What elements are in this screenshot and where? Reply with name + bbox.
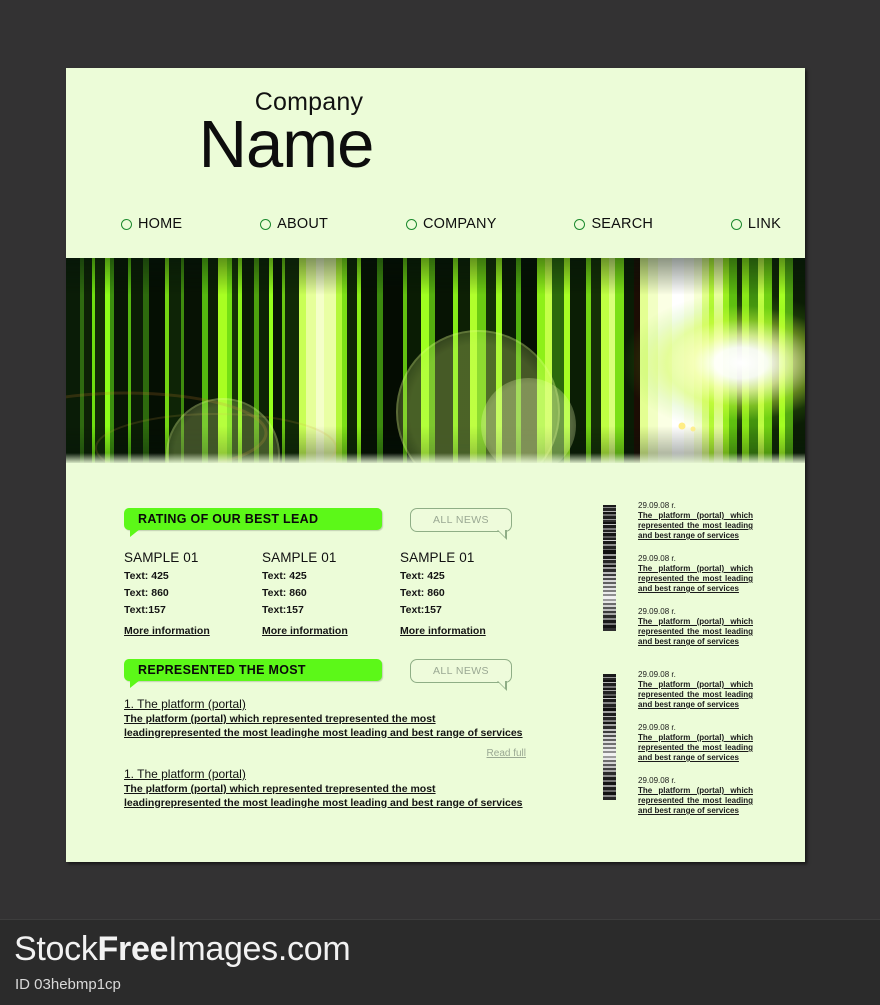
section-title-bubble: RATING OF OUR BEST LEAD — [124, 508, 382, 537]
news-date: 29.09.08 r. — [638, 554, 676, 563]
section-title-text: RATING OF OUR BEST LEAD — [138, 512, 319, 526]
sample-title: SAMPLE 01 — [262, 550, 337, 565]
news-date: 29.09.08 r. — [638, 723, 676, 732]
nav-item-home[interactable]: HOME — [121, 216, 182, 232]
circle-outline-icon — [574, 218, 586, 230]
sample-line: Text:157 — [400, 604, 442, 616]
sample-line: Text: 860 — [124, 587, 169, 599]
sample-card: SAMPLE 01 Text: 425 Text: 860 Text:157 M… — [124, 550, 262, 639]
nav-item-link[interactable]: LINK — [730, 216, 781, 232]
article-item: 1. The platform (portal) The platform (p… — [124, 697, 589, 761]
site-logo[interactable]: Company Name — [146, 90, 426, 182]
sample-line: Text:157 — [124, 604, 166, 616]
news-date: 29.09.08 r. — [638, 670, 676, 679]
sample-card: SAMPLE 01 Text: 425 Text: 860 Text:157 M… — [400, 550, 538, 639]
main-column: RATING OF OUR BEST LEAD ALL NEWS SAMPLE … — [124, 508, 589, 812]
news-text-link[interactable]: The platform (portal) which represented … — [638, 564, 753, 594]
news-date: 29.09.08 r. — [638, 501, 676, 510]
nav-item-about[interactable]: ABOUT — [260, 216, 328, 232]
website-template-page: Company Name HOME ABOUT COMPANY SEARCH L… — [66, 68, 805, 862]
circle-outline-icon — [260, 218, 272, 230]
news-items: 29.09.08 r. The platform (portal) which … — [638, 501, 768, 660]
article-title-link[interactable]: 1. The platform (portal) — [124, 697, 589, 711]
watermark-title: StockFreeImages.com — [14, 930, 351, 969]
sample-line: Text: 860 — [400, 587, 445, 599]
sample-line: Text: 425 — [400, 570, 445, 582]
article-body: The platform (portal) which represented … — [124, 713, 523, 739]
sample-line: Text: 425 — [262, 570, 307, 582]
watermark-title-part1: Stock — [14, 930, 98, 968]
all-news-label: ALL NEWS — [433, 514, 489, 526]
section-header-rating: RATING OF OUR BEST LEAD ALL NEWS — [124, 508, 589, 546]
news-date: 29.09.08 r. — [638, 607, 676, 616]
section-header-represented: REPRESENTED THE MOST ALL NEWS — [124, 659, 589, 697]
sample-card: SAMPLE 01 Text: 425 Text: 860 Text:157 M… — [262, 550, 400, 639]
article-item: 1. The platform (portal) The platform (p… — [124, 767, 589, 810]
news-group: 29.09.08 r. The platform (portal) which … — [603, 670, 768, 829]
content-area: RATING OF OUR BEST LEAD ALL NEWS SAMPLE … — [66, 463, 805, 862]
circle-outline-icon — [730, 218, 742, 230]
watermark-title-part3: Images.com — [168, 930, 351, 968]
watermark-bar: StockFreeImages.com ID 03hebmp1cp — [0, 919, 880, 1005]
site-header: Company Name HOME ABOUT COMPANY SEARCH L… — [66, 68, 805, 258]
barcode-strip-icon — [603, 505, 616, 631]
all-news-label: ALL NEWS — [433, 665, 489, 677]
nav-item-company[interactable]: COMPANY — [405, 216, 497, 232]
news-sidebar: 29.09.08 r. The platform (portal) which … — [603, 501, 768, 839]
nav-label: SEARCH — [591, 216, 654, 232]
news-text-link[interactable]: The platform (portal) which represented … — [638, 786, 753, 816]
more-information-link[interactable]: More information — [124, 625, 210, 637]
sample-title: SAMPLE 01 — [124, 550, 199, 565]
main-navigation: HOME ABOUT COMPANY SEARCH LINK — [121, 216, 781, 232]
nav-label: LINK — [747, 216, 781, 232]
read-full-row: Read full — [124, 743, 526, 761]
sample-title: SAMPLE 01 — [400, 550, 475, 565]
sample-line: Text: 860 — [262, 587, 307, 599]
hero-bottom-fade — [66, 453, 805, 463]
articles-block: REPRESENTED THE MOST ALL NEWS 1. The pla… — [124, 659, 589, 810]
article-body: The platform (portal) which represented … — [124, 783, 523, 809]
circle-outline-icon — [121, 218, 132, 230]
news-item: 29.09.08 r. The platform (portal) which … — [638, 607, 768, 647]
news-group: 29.09.08 r. The platform (portal) which … — [603, 501, 768, 660]
more-information-link[interactable]: More information — [262, 625, 348, 637]
sample-columns: SAMPLE 01 Text: 425 Text: 860 Text:157 M… — [124, 550, 589, 639]
sample-line: Text: 425 — [124, 570, 169, 582]
all-news-button[interactable]: ALL NEWS — [410, 508, 512, 540]
sample-line: Text:157 — [262, 604, 304, 616]
news-item: 29.09.08 r. The platform (portal) which … — [638, 501, 768, 541]
nav-label: ABOUT — [277, 216, 329, 232]
nav-label: HOME — [138, 216, 183, 232]
hero-banner — [66, 258, 805, 463]
read-full-link[interactable]: Read full — [487, 748, 526, 759]
news-text-link[interactable]: The platform (portal) which represented … — [638, 617, 753, 647]
news-item: 29.09.08 r. The platform (portal) which … — [638, 776, 768, 816]
logo-name-text: Name — [198, 107, 375, 182]
news-items: 29.09.08 r. The platform (portal) which … — [638, 670, 768, 829]
section-title-bubble: REPRESENTED THE MOST — [124, 659, 382, 688]
all-news-button[interactable]: ALL NEWS — [410, 659, 512, 691]
news-text-link[interactable]: The platform (portal) which represented … — [638, 733, 753, 763]
news-item: 29.09.08 r. The platform (portal) which … — [638, 723, 768, 763]
more-information-link[interactable]: More information — [400, 625, 486, 637]
news-text-link[interactable]: The platform (portal) which represented … — [638, 680, 753, 710]
nav-label: COMPANY — [422, 216, 497, 232]
news-text-link[interactable]: The platform (portal) which represented … — [638, 511, 753, 541]
article-title-link[interactable]: 1. The platform (portal) — [124, 767, 589, 781]
hero-stripes-graphic — [66, 258, 805, 463]
watermark-title-part2: Free — [97, 930, 169, 968]
nav-item-search[interactable]: SEARCH — [574, 216, 653, 232]
news-item: 29.09.08 r. The platform (portal) which … — [638, 670, 768, 710]
circle-outline-icon — [405, 218, 417, 230]
watermark-id: ID 03hebmp1cp — [15, 976, 121, 993]
news-item: 29.09.08 r. The platform (portal) which … — [638, 554, 768, 594]
news-date: 29.09.08 r. — [638, 776, 676, 785]
section-title-text: REPRESENTED THE MOST — [138, 663, 306, 677]
barcode-strip-icon — [603, 674, 616, 800]
